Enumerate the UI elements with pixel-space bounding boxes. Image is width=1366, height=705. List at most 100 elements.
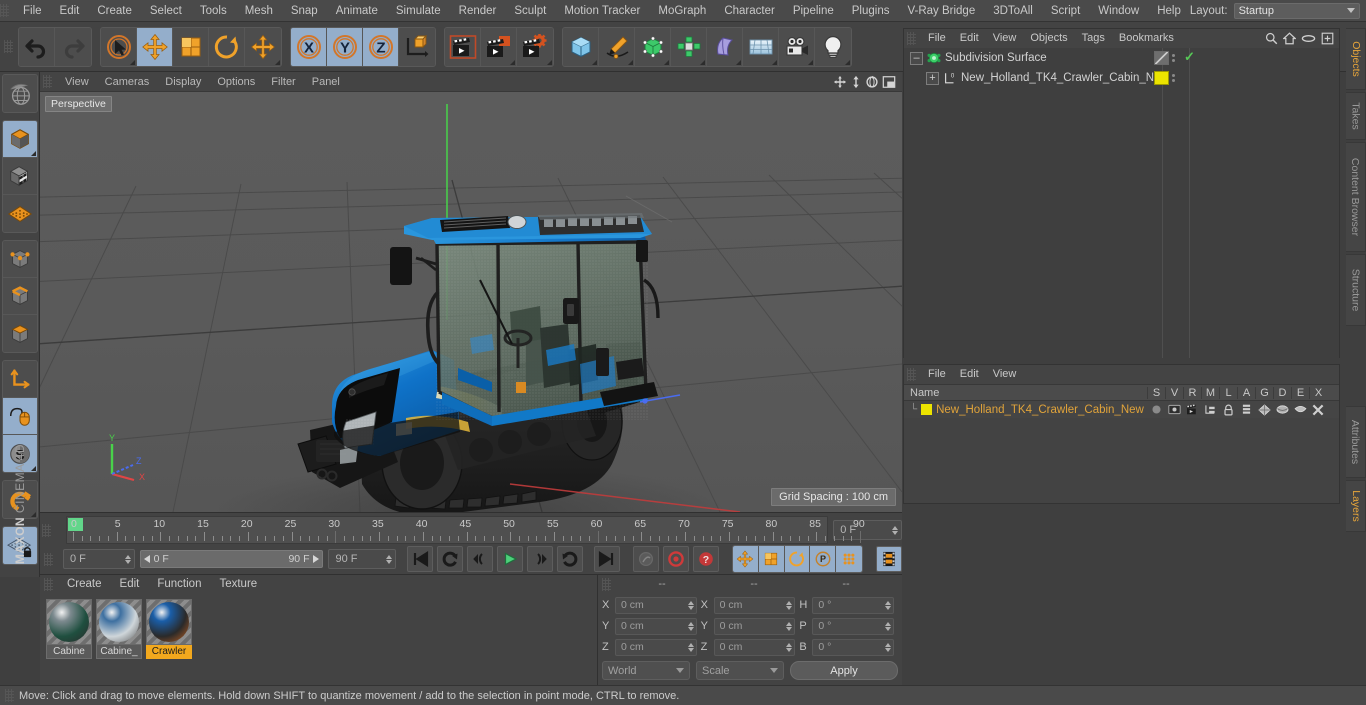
spinner-icon[interactable] [780,600,793,610]
material-preview[interactable] [46,599,92,645]
rotate-view-icon[interactable] [865,75,879,89]
object-menu-edit[interactable]: Edit [953,29,986,48]
render-to-picture-viewer-button[interactable] [481,27,517,66]
coordinate-rotation-field[interactable]: 0 ° [812,596,895,614]
texture-mode-button[interactable] [2,158,37,195]
layer-color-swatch[interactable] [921,404,933,415]
menu-item-create[interactable]: Create [88,0,141,22]
coordinate-rotation-field[interactable]: 0 ° [812,638,895,656]
coordinate-mode-select[interactable]: Scale [696,661,784,680]
menu-item-window[interactable]: Window [1089,0,1148,22]
spinner-icon[interactable] [682,621,694,631]
viewport-menu-display[interactable]: Display [157,72,209,92]
viewport-menu-panel[interactable]: Panel [304,72,348,92]
menu-gripper[interactable] [0,4,9,17]
spinner-icon[interactable] [886,525,898,535]
coordinate-position-field[interactable]: 0 cm [615,638,697,656]
menu-item-render[interactable]: Render [450,0,506,22]
menu-item-plugins[interactable]: Plugins [843,0,899,22]
tab-layers[interactable]: Layers [1346,480,1366,532]
object-menu-view[interactable]: View [986,29,1024,48]
z-axis-lock[interactable]: Z [363,27,399,66]
autokeying-toggle-button[interactable]: ? [692,546,719,572]
menu-item-pipeline[interactable]: Pipeline [784,0,843,22]
visibility-dots[interactable] [1172,54,1175,62]
material-preview[interactable] [96,599,142,645]
material-item[interactable]: Crawler [146,599,192,659]
scale-tool[interactable] [173,27,209,66]
spinner-icon[interactable] [780,621,793,631]
current-frame-field[interactable]: 0 F [63,549,135,569]
add-array-button[interactable] [671,27,707,66]
spinner-icon[interactable] [879,600,892,610]
object-row-new-holland[interactable]: + 0 New_Holland_TK4_Crawler_Cabin_New [904,68,1339,88]
object-menu-file[interactable]: File [921,29,953,48]
status-gripper[interactable] [5,689,14,702]
key-rotation-button[interactable] [784,546,811,572]
redo-button[interactable] [55,27,91,66]
model-mode-button[interactable] [2,121,37,158]
frame-field-right[interactable]: 0 F [833,520,902,540]
material-preview[interactable] [146,599,192,645]
menu-item-mesh[interactable]: Mesh [236,0,282,22]
tab-content-browser[interactable]: Content Browser [1346,142,1366,252]
menu-item-character[interactable]: Character [715,0,784,22]
edges-mode-button[interactable] [2,278,37,315]
menu-item-snap[interactable]: Snap [282,0,327,22]
tab-takes[interactable]: Takes [1346,92,1366,140]
step-forward-button[interactable] [527,546,554,572]
timeline-toggle-button[interactable] [876,546,902,572]
layer-expression-cell[interactable] [1291,405,1309,415]
coordinate-gripper[interactable] [602,577,611,591]
search-icon[interactable] [1265,32,1278,45]
material-item[interactable]: Cabine [46,599,92,659]
object-menu-bookmarks[interactable]: Bookmarks [1112,29,1181,48]
timeline-ruler[interactable]: 0 5 10 15 20 25 30 35 40 45 50 55 60 65 70 75 80 85 90 [66,516,865,544]
rotate-tool[interactable] [209,27,245,66]
object-material-tag[interactable] [1154,71,1169,85]
viewport-menu-options[interactable]: Options [209,72,263,92]
y-axis-lock[interactable]: Y [327,27,363,66]
layer-menu-edit[interactable]: Edit [953,365,986,384]
tab-objects[interactable]: Objects [1346,28,1366,90]
layer-manager-gripper[interactable] [907,368,916,381]
menu-item-3dtoall[interactable]: 3DToAll [984,0,1042,22]
apply-button[interactable]: Apply [790,661,898,680]
record-active-objects-button[interactable] [662,546,689,572]
add-cube-button[interactable] [563,27,599,66]
object-menu-tags[interactable]: Tags [1075,29,1112,48]
coordinate-system-select[interactable]: World [602,661,690,680]
polygons-mode-button[interactable] [2,315,37,352]
key-position-button[interactable] [732,546,759,572]
spinner-icon[interactable] [119,554,131,564]
render-settings-button[interactable] [517,27,553,66]
menu-item-animate[interactable]: Animate [327,0,387,22]
viewport-solo-button[interactable] [2,398,37,435]
spinner-icon[interactable] [682,642,694,652]
layer-render-cell[interactable] [1183,404,1201,415]
viewport-3d[interactable]: Perspective Grid Spacing : 100 cm Y X Z [40,92,902,512]
object-manager-gripper[interactable] [907,32,916,45]
timeline-gripper[interactable] [42,523,51,537]
workplane-mode-button[interactable] [2,195,37,232]
layout-select[interactable]: Startup [1233,2,1360,19]
fit-icon[interactable] [1321,32,1334,45]
play-button[interactable] [497,546,524,572]
add-nurbs-button[interactable] [635,27,671,66]
material-menu-texture[interactable]: Texture [210,573,266,595]
coordinate-size-field[interactable]: 0 cm [713,617,796,635]
enable-checkmark-icon[interactable]: ✓ [1184,49,1195,65]
render-view-button[interactable] [445,27,481,66]
x-axis-lock[interactable]: X [291,27,327,66]
move-tool[interactable] [137,27,173,66]
pan-icon[interactable] [833,75,847,89]
layer-menu-view[interactable]: View [986,365,1024,384]
layer-xref-cell[interactable] [1309,404,1327,416]
object-menu-objects[interactable]: Objects [1023,29,1074,48]
home-icon[interactable] [1283,32,1296,45]
menu-item-v-ray-bridge[interactable]: V-Ray Bridge [898,0,984,22]
undo-view-button[interactable] [2,75,37,112]
layer-animation-cell[interactable] [1237,404,1255,416]
spinner-icon[interactable] [682,600,694,610]
material-gripper[interactable] [44,577,53,591]
